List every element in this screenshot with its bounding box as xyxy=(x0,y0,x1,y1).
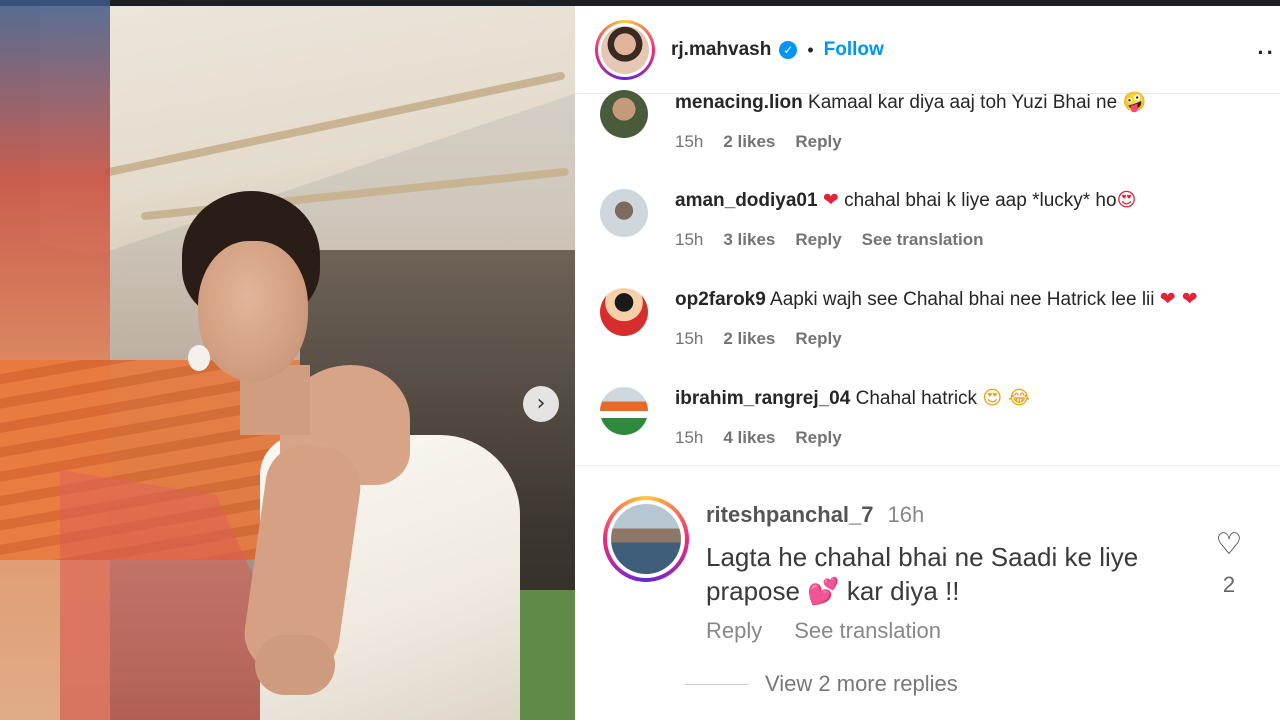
commenter-avatar[interactable] xyxy=(600,387,648,435)
comment-header: riteshpanchal_7 16h xyxy=(706,502,924,528)
earring xyxy=(188,345,210,371)
hands xyxy=(255,635,335,695)
reply-button[interactable]: Reply xyxy=(795,132,841,152)
face xyxy=(198,241,308,381)
comment-likes[interactable]: 3 likes xyxy=(723,230,775,250)
comment-time: 15h xyxy=(675,329,704,348)
comment-message: chahal bhai k liye aap *lucky* ho xyxy=(844,190,1117,211)
like-heart-icon[interactable]: ♡ xyxy=(1212,528,1246,562)
view-more-replies[interactable]: View 2 more replies xyxy=(685,671,958,697)
heart-eyes-laugh-emoji: 😍 😂 xyxy=(982,387,1031,409)
comment-username[interactable]: menacing.lion xyxy=(675,92,803,113)
commenter-avatar-image xyxy=(611,504,681,574)
reply-button[interactable]: Reply xyxy=(795,230,841,250)
separator-dot: • xyxy=(807,39,814,60)
more-horizontal-icon[interactable]: ·· xyxy=(1257,40,1276,66)
author-username[interactable]: rj.mahvash xyxy=(671,39,771,61)
comment-line-1: Lagta he chahal bhai ne Saadi ke liye xyxy=(706,542,1139,572)
commenter-avatar[interactable] xyxy=(603,496,689,582)
post-photo: › xyxy=(0,0,575,720)
comment-likes[interactable]: 4 likes xyxy=(723,428,775,448)
comment-username[interactable]: aman_dodiya01 xyxy=(675,190,818,211)
comment-text: menacing.lion Kamaal kar diya aaj toh Yu… xyxy=(675,90,1275,114)
comment-time: 15h xyxy=(675,428,704,447)
comment-message: Chahal hatrick xyxy=(855,388,978,409)
see-translation-button[interactable]: See translation xyxy=(862,230,984,250)
like-count: 2 xyxy=(1222,572,1236,597)
person-figure xyxy=(170,185,550,720)
comment-meta: 15h 2 likes Reply xyxy=(675,329,1275,349)
comment-message: Aapki wajh see Chahal bhai nee Hatrick l… xyxy=(770,289,1155,310)
comment-time: 15h xyxy=(675,230,704,249)
comment-line-2-pre: prapose xyxy=(706,576,800,606)
comment-likes[interactable]: 2 likes xyxy=(723,329,775,349)
verified-badge-icon: ✓ xyxy=(779,41,798,59)
comment-meta: 15h 3 likes Reply See translation xyxy=(675,230,1275,250)
reply-button[interactable]: Reply xyxy=(795,428,841,448)
follow-button[interactable]: Follow xyxy=(824,39,884,61)
comments-panel: rj.mahvash ✓ • Follow ·· menacing.lion K… xyxy=(575,0,1280,720)
comment-text: aman_dodiya01 ❤ chahal bhai k liye aap *… xyxy=(675,189,1275,212)
red-heart-emoji: ❤ xyxy=(822,189,839,211)
commenter-avatar[interactable] xyxy=(600,189,648,237)
author-avatar[interactable] xyxy=(595,20,655,80)
comment-username[interactable]: riteshpanchal_7 xyxy=(706,502,874,527)
view-replies-label[interactable]: View 2 more replies xyxy=(765,671,958,697)
comment-text: ibrahim_rangrej_04 Chahal hatrick 😍 😂 xyxy=(675,387,1275,410)
comment-meta: 15h 2 likes Reply xyxy=(675,132,1275,152)
comment-username[interactable]: op2farok9 xyxy=(675,289,766,310)
comment-likes[interactable]: 2 likes xyxy=(723,132,775,152)
commenter-avatar[interactable] xyxy=(600,90,648,138)
comment-text: Lagta he chahal bhai ne Saadi ke liye pr… xyxy=(706,540,1176,609)
comment-meta: 15h 4 likes Reply xyxy=(675,428,1275,448)
commenter-avatar[interactable] xyxy=(600,288,648,336)
comment-text: op2farok9 Aapki wajh see Chahal bhai nee… xyxy=(675,288,1275,311)
comment-line-2-post: kar diya !! xyxy=(846,576,960,606)
comment-actions: Reply See translation xyxy=(706,618,941,644)
comment-time: 16h xyxy=(887,502,925,527)
post-header: rj.mahvash ✓ • Follow xyxy=(575,6,1280,94)
highlighted-comment: riteshpanchal_7 16h Lagta he chahal bhai … xyxy=(575,465,1280,720)
see-translation-button[interactable]: See translation xyxy=(794,618,941,644)
comment-time: 15h xyxy=(675,132,704,151)
two-hearts-emoji: 💕 xyxy=(807,577,840,607)
comment-line-2: prapose 💕 kar diya !! xyxy=(706,574,1176,609)
heart-emoji: ❤ ❤ xyxy=(1159,288,1198,310)
heart-eyes-emoji: 😍 xyxy=(1116,189,1137,211)
author-avatar-image xyxy=(601,26,649,74)
comment-username[interactable]: ibrahim_rangrej_04 xyxy=(675,388,850,409)
reply-button[interactable]: Reply xyxy=(706,618,762,644)
zany-face-emoji: 🤪 xyxy=(1122,91,1147,113)
chevron-right-icon[interactable]: › xyxy=(523,386,559,422)
comment-message: Kamaal kar diya aaj toh Yuzi Bhai ne xyxy=(808,92,1118,113)
replies-line xyxy=(685,683,749,685)
reply-button[interactable]: Reply xyxy=(795,329,841,349)
